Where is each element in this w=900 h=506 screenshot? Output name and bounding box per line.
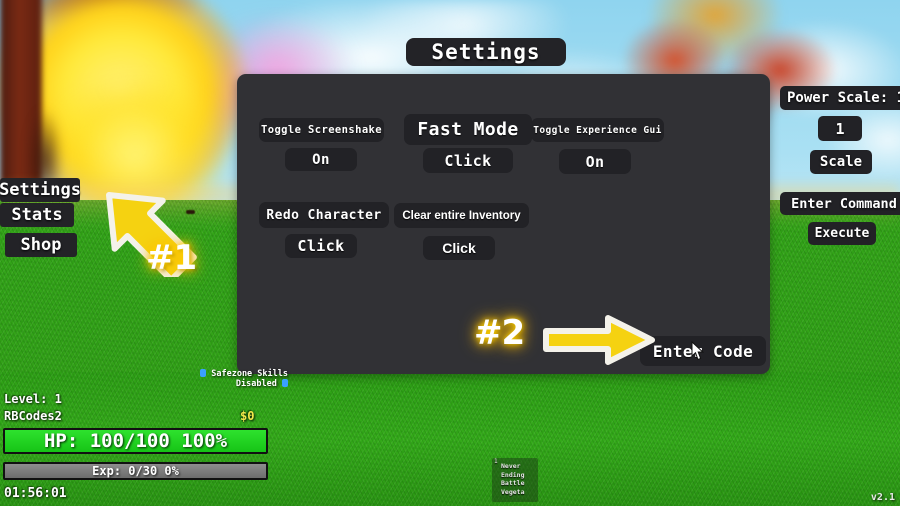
currency-amount: $0 xyxy=(240,409,254,423)
player-username: RBCodes2 xyxy=(4,409,62,423)
annotation-label-1: #1 xyxy=(146,238,197,278)
version-text: v2.1 xyxy=(870,492,895,503)
execute-button-label: Execute xyxy=(814,226,870,241)
option-label: Clear entire Inventory xyxy=(402,209,521,222)
settings-panel-title: Settings xyxy=(406,38,566,66)
toggle-screenshake-value-button[interactable]: On xyxy=(285,148,357,171)
sidebar-item-label: Shop xyxy=(20,235,62,255)
power-scale-label: Power Scale: 1 xyxy=(780,86,900,110)
clear-inventory-button[interactable]: Clear entire Inventory xyxy=(394,203,529,228)
experience-bar: Exp: 0/30 0% xyxy=(3,462,268,480)
version-label: v2.1 xyxy=(871,492,895,503)
inventory-slot-1[interactable]: 1 Never Ending Battle Vegeta xyxy=(492,458,538,502)
shield-icon xyxy=(282,379,288,387)
safezone-text-1: Safezone Skills xyxy=(211,369,288,379)
experience-bar-text: Exp: 0/30 0% xyxy=(92,464,179,478)
toggle-experience-gui-button[interactable]: Toggle Experience Gui xyxy=(531,118,664,142)
option-value: On xyxy=(312,151,330,168)
item-name-label: Never Ending Battle Vegeta xyxy=(501,462,525,496)
currency-text: $0 xyxy=(240,409,255,423)
settings-title-text: Settings xyxy=(431,40,541,64)
player-username-text: RBCodes2 xyxy=(4,409,62,423)
option-value: Click xyxy=(444,151,492,170)
mouse-cursor-icon xyxy=(691,341,705,361)
command-placeholder-text: Enter Command xyxy=(791,195,897,212)
toggle-experience-gui-value-button[interactable]: On xyxy=(559,149,631,174)
fast-mode-button[interactable]: Fast Mode xyxy=(404,114,532,145)
sidebar-item-label: Stats xyxy=(11,205,63,225)
scale-button[interactable]: Scale xyxy=(810,150,872,174)
slot-number: 1 xyxy=(494,458,498,465)
power-scale-text: Power Scale: 1 xyxy=(787,90,900,106)
option-label: Redo Character xyxy=(266,207,382,223)
toggle-screenshake-button[interactable]: Toggle Screenshake xyxy=(259,118,384,142)
annotation-arrow-2 xyxy=(543,315,655,365)
safezone-text-2: Disabled xyxy=(235,379,277,389)
option-label: Fast Mode xyxy=(417,119,519,140)
session-timer-text: 01:56:01 xyxy=(4,486,67,501)
option-label: Toggle Screenshake xyxy=(261,124,382,136)
safezone-notice: Safezone Skills Disabled xyxy=(168,369,288,389)
annotation-2-text: #2 xyxy=(474,313,525,353)
annotation-1-text: #1 xyxy=(146,238,197,278)
option-value: Click xyxy=(297,237,345,255)
safezone-line-1: Safezone Skills xyxy=(168,369,288,379)
scale-button-label: Scale xyxy=(819,154,863,170)
option-value: Click xyxy=(442,240,476,256)
scale-value-input[interactable]: 1 xyxy=(818,116,862,141)
fast-mode-value-button[interactable]: Click xyxy=(423,148,513,173)
option-value: On xyxy=(585,152,605,171)
player-level: Level: 1 xyxy=(4,392,62,406)
shield-icon xyxy=(200,369,207,377)
safezone-line-2: Disabled xyxy=(168,379,288,389)
redo-character-value-button[interactable]: Click xyxy=(285,234,357,258)
redo-character-button[interactable]: Redo Character xyxy=(259,202,389,228)
clear-inventory-value-button[interactable]: Click xyxy=(423,236,495,260)
health-bar: HP: 100/100 100% xyxy=(3,428,268,454)
option-label: Toggle Experience Gui xyxy=(533,124,662,136)
command-input[interactable]: Enter Command xyxy=(780,192,900,215)
scale-value-text: 1 xyxy=(835,119,845,138)
health-bar-text: HP: 100/100 100% xyxy=(43,430,228,452)
annotation-label-2: #2 xyxy=(474,313,525,353)
player-level-text: Level: 1 xyxy=(4,392,62,406)
execute-button[interactable]: Execute xyxy=(808,222,876,245)
session-timer: 01:56:01 xyxy=(4,486,67,501)
